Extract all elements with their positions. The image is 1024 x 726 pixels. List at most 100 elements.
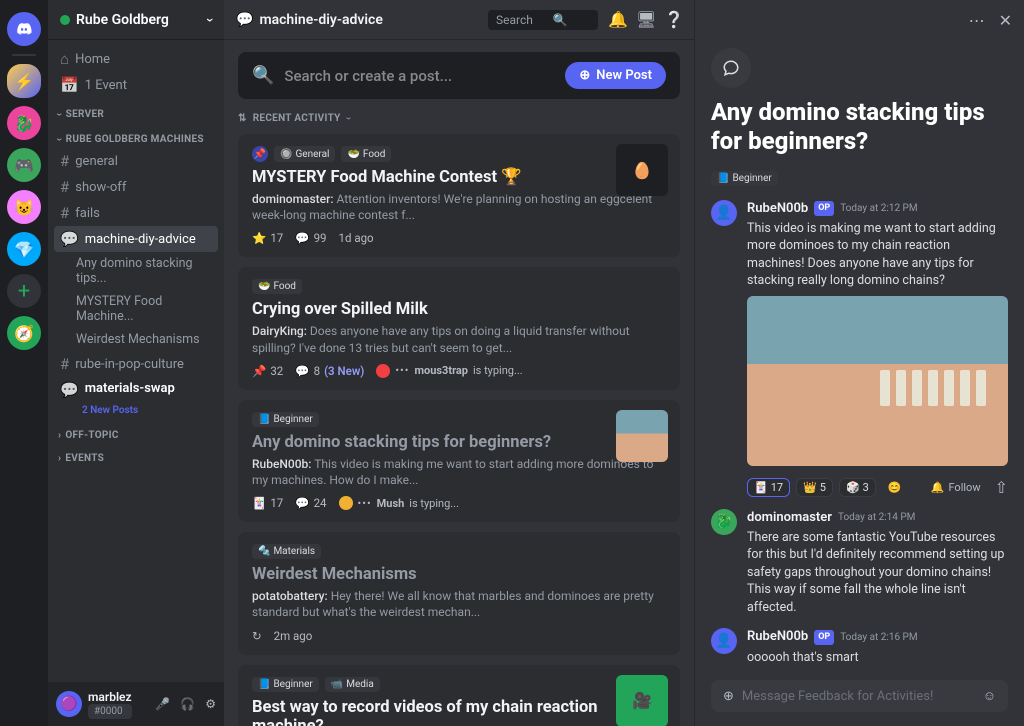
reaction[interactable]: 👑5 xyxy=(796,478,833,497)
post-tag: 🥗 Food xyxy=(341,146,391,162)
post-title: Any domino stacking tips for beginners? xyxy=(252,433,666,452)
emoji-icon[interactable]: ☺ xyxy=(983,688,996,704)
post-title: Crying over Spilled Milk xyxy=(252,300,666,319)
post-snippet: DairyKing: Does anyone have any tips on … xyxy=(252,323,666,355)
category-server[interactable]: SERVER xyxy=(54,98,218,123)
mic-icon[interactable]: 🎤 xyxy=(155,697,170,711)
post-thumbnail: 🎥 xyxy=(616,675,668,726)
server-icon-3[interactable]: 🎮 xyxy=(7,148,41,182)
reaction-count: ↻ xyxy=(252,629,262,643)
channel-sidebar: Rube Goldberg › ⌂Home 📅1 Event SERVER RU… xyxy=(48,0,224,726)
avatar[interactable]: 👤 xyxy=(711,628,737,654)
msg-text: oooooh that's smart xyxy=(747,649,1008,667)
thread-icon xyxy=(711,48,751,88)
pin-icon[interactable]: 🖥 xyxy=(636,10,654,29)
explore-icon[interactable]: 🧭 xyxy=(7,316,41,350)
post-snippet: RubeN00b: This video is making me want t… xyxy=(252,456,666,488)
forum-post[interactable]: 📘 Beginner Any domino stacking tips for … xyxy=(238,400,680,522)
hash-icon: # xyxy=(60,355,69,373)
reaction[interactable]: 🎲3 xyxy=(839,478,876,497)
msg-text: There are some fantastic YouTube resourc… xyxy=(747,529,1008,617)
more-icon[interactable]: ⋯ xyxy=(969,11,985,30)
channel-fails[interactable]: #fails xyxy=(54,200,218,226)
nav-event[interactable]: 📅1 Event xyxy=(54,72,218,98)
notification-icon[interactable]: 🔔 xyxy=(608,10,626,29)
post-tag: 📹 Media xyxy=(325,677,380,692)
attach-icon[interactable]: ⊕ xyxy=(723,689,734,704)
new-post-button[interactable]: ⊕ New Post xyxy=(565,62,666,89)
post-title: MYSTERY Food Machine Contest 🏆 xyxy=(252,168,666,187)
avatar[interactable]: 👤 xyxy=(711,200,737,226)
forum-icon: 💬 xyxy=(236,12,253,28)
hash-icon: # xyxy=(60,204,69,222)
post-snippet: potatobattery: Hey there! We all know th… xyxy=(252,588,666,620)
post-time: 1d ago xyxy=(339,231,374,245)
forum-post[interactable]: 🥗 Food Crying over Spilled Milk DairyKin… xyxy=(238,267,680,389)
thread-title: Any domino stacking tips for beginners? xyxy=(711,98,1008,156)
search-icon: 🔍 xyxy=(252,65,274,86)
topbar-search[interactable]: Search 🔍 xyxy=(488,10,598,30)
help-icon[interactable]: ❔ xyxy=(664,10,682,29)
server-icon-4[interactable]: 😺 xyxy=(7,190,41,224)
msg-text: how big do you make your gaps? xyxy=(747,672,1008,674)
close-icon[interactable]: ✕ xyxy=(999,11,1012,30)
post-thumbnail xyxy=(616,410,668,462)
channel-popculture[interactable]: #rube-in-pop-culture xyxy=(54,351,218,377)
sort-icon: ⇅ xyxy=(238,113,247,124)
home-icon: ⌂ xyxy=(60,50,69,68)
category-offtopic[interactable]: ›OFF-TOPIC xyxy=(54,420,218,443)
chevron-down-icon: › xyxy=(343,117,354,120)
msg-timestamp: Today at 2:14 PM xyxy=(838,511,915,525)
reaction[interactable]: 🃏17 xyxy=(747,478,790,497)
op-badge: OP xyxy=(814,201,834,216)
comment-count: 💬 24 xyxy=(295,496,326,510)
forum-post[interactable]: 🎥 📘 Beginner 📹 Media Best way to record … xyxy=(238,665,680,726)
post-tag: 📘 Beginner xyxy=(252,677,319,692)
share-icon[interactable]: ⇧ xyxy=(995,478,1008,497)
channel-materials[interactable]: 💬materials-swap 2 New Posts xyxy=(54,377,218,420)
thread-reply: 🐉 dominomaster Today at 2:14 PM There ar… xyxy=(711,509,1008,617)
msg-author[interactable]: RubeN00b xyxy=(747,628,808,646)
add-reaction-icon[interactable]: 😊 xyxy=(882,479,908,496)
embedded-image[interactable] xyxy=(747,296,1008,466)
post-title: Weirdest Mechanisms xyxy=(252,565,666,584)
forum-post[interactable]: 🔩 Materials Weirdest Mechanisms potatoba… xyxy=(238,532,680,654)
message-input[interactable]: ⊕ Message Feedback for Activities! ☺ xyxy=(711,680,1008,712)
reaction-bar: 🃏17 👑5 🎲3 😊 🔔 Follow ⇧ xyxy=(747,478,1008,497)
user-avatar[interactable]: 🟣 xyxy=(56,691,82,717)
thread-link-3[interactable]: Weirdest Mechanisms xyxy=(54,328,218,351)
chevron-down-icon: › xyxy=(202,17,218,21)
add-server-icon[interactable]: + xyxy=(7,274,41,308)
post-thumbnail: 🥚 xyxy=(616,144,668,196)
avatar[interactable]: 🐉 xyxy=(711,509,737,535)
calendar-icon: 📅 xyxy=(60,76,79,94)
follow-button[interactable]: 🔔 Follow xyxy=(931,481,981,494)
op-badge: OP xyxy=(814,630,834,645)
msg-author[interactable]: dominomaster xyxy=(747,509,832,527)
thread-link-2[interactable]: MYSTERY Food Machine... xyxy=(54,290,218,328)
channel-showoff[interactable]: #show-off xyxy=(54,174,218,200)
thread-reply: 👤 RubeN00b OP Today at 2:16 PM oooooh th… xyxy=(711,628,1008,674)
channel-advice[interactable]: 💬machine-diy-advice xyxy=(54,226,218,252)
thread-op-message: 👤 RubeN00b OP Today at 2:12 PM This vide… xyxy=(711,200,1008,466)
channel-general[interactable]: #general xyxy=(54,148,218,174)
headphones-icon[interactable]: 🎧 xyxy=(180,697,195,711)
server-icon-selected[interactable]: ⚡ xyxy=(7,64,41,98)
msg-author[interactable]: RubeN00b xyxy=(747,200,808,218)
forum-search-bar[interactable]: 🔍 Search or create a post... ⊕ New Post xyxy=(238,52,680,99)
server-icon-2[interactable]: 🐉 xyxy=(7,106,41,140)
category-events[interactable]: ›EVENTS xyxy=(54,443,218,466)
server-header[interactable]: Rube Goldberg › xyxy=(48,0,224,40)
user-tag: #0000 xyxy=(88,704,132,719)
sort-dropdown[interactable]: ⇅ RECENT ACTIVITY › xyxy=(238,113,680,124)
thread-link-1[interactable]: Any domino stacking tips... xyxy=(54,252,218,290)
forum-post[interactable]: 🥚 📌 🔘 General 🥗 Food MYSTERY Food Machin… xyxy=(238,134,680,257)
category-machines[interactable]: RUBE GOLDBERG MACHINES xyxy=(54,123,218,148)
post-title: Best way to record videos of my chain re… xyxy=(252,698,666,726)
reaction-count: 📌32 xyxy=(252,364,283,378)
nav-home[interactable]: ⌂Home xyxy=(54,46,218,72)
post-time: 2m ago xyxy=(274,629,313,643)
settings-icon[interactable]: ⚙ xyxy=(205,697,216,711)
discord-home-icon[interactable] xyxy=(7,12,41,46)
server-icon-5[interactable]: 💎 xyxy=(7,232,41,266)
